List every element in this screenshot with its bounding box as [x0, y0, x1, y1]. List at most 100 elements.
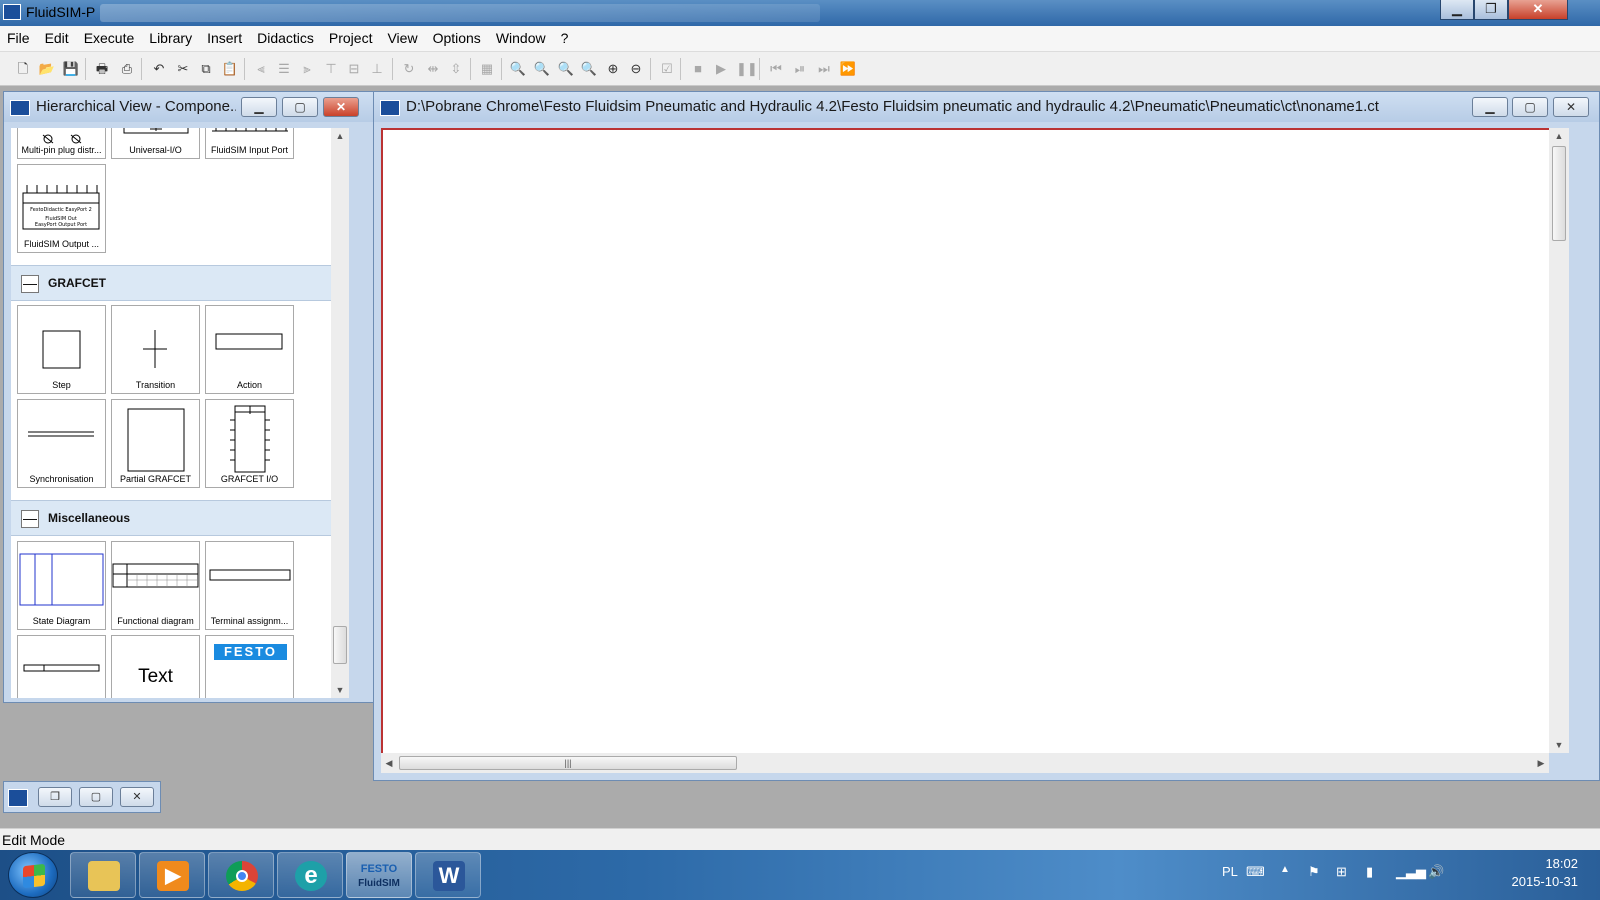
- align-right-icon[interactable]: ⫸: [298, 60, 316, 78]
- taskbar-edge-e[interactable]: e: [277, 852, 343, 898]
- library-maximize-button[interactable]: ▢: [282, 97, 318, 117]
- copy-icon[interactable]: ⧉: [197, 60, 215, 78]
- play-icon[interactable]: ▶: [712, 60, 730, 78]
- library-minimize-button[interactable]: ▁: [241, 97, 277, 117]
- taskbar-word[interactable]: W: [415, 852, 481, 898]
- fast-forward-icon[interactable]: ⏩: [839, 60, 857, 78]
- step-icon[interactable]: ⏯: [791, 60, 809, 78]
- menu-help[interactable]: ?: [554, 26, 577, 46]
- circuit-horizontal-scrollbar[interactable]: ◀ ||| ▶: [381, 753, 1549, 773]
- library-tile[interactable]: Multi-pin plug distr...: [17, 128, 106, 159]
- menu-edit[interactable]: Edit: [38, 26, 77, 46]
- circuit-close-button[interactable]: ✕: [1553, 97, 1589, 117]
- library-close-button[interactable]: ✕: [323, 97, 359, 117]
- library-window-title-bar[interactable]: Hierarchical View - Compone... ▁ ▢ ✕: [4, 92, 374, 122]
- step-forward-icon[interactable]: ⏭: [815, 60, 833, 78]
- close-button[interactable]: ✕: [1508, 0, 1568, 20]
- cut-icon[interactable]: ✂: [174, 60, 192, 78]
- library-tile[interactable]: GRAFCET I/O: [205, 399, 294, 488]
- close-button[interactable]: ✕: [120, 787, 154, 807]
- library-tile[interactable]: Step: [17, 305, 106, 394]
- menu-insert[interactable]: Insert: [200, 26, 250, 46]
- print-preview-icon[interactable]: 🖶: [93, 60, 111, 78]
- library-vertical-scrollbar[interactable]: ▲ ▼: [331, 128, 349, 698]
- zoom-previous-icon[interactable]: 🔍: [580, 60, 598, 78]
- windows-tray-icon[interactable]: ⊞: [1336, 864, 1347, 880]
- menu-window[interactable]: Window: [489, 26, 554, 46]
- zoom-selection-icon[interactable]: 🔍: [557, 60, 575, 78]
- library-tile[interactable]: Action: [205, 305, 294, 394]
- library-tile[interactable]: Universal-I/O: [111, 128, 200, 159]
- battery-icon[interactable]: ▮: [1366, 864, 1373, 880]
- align-bottom-icon[interactable]: ⊥: [368, 60, 386, 78]
- menu-library[interactable]: Library: [142, 26, 200, 46]
- library-tile[interactable]: Transition: [111, 305, 200, 394]
- check-drawing-icon[interactable]: ☑: [658, 60, 676, 78]
- rotate-icon[interactable]: ↻: [400, 60, 418, 78]
- start-button[interactable]: [8, 852, 58, 898]
- circuit-maximize-button[interactable]: ▢: [1512, 97, 1548, 117]
- library-tile[interactable]: Functional diagram: [111, 541, 200, 630]
- scroll-thumb[interactable]: |||: [399, 756, 737, 770]
- language-indicator[interactable]: PL: [1222, 864, 1238, 879]
- library-tile[interactable]: [17, 635, 106, 698]
- mirror-vertical-icon[interactable]: ⇳: [447, 60, 465, 78]
- keyboard-icon[interactable]: ⌨: [1246, 864, 1265, 880]
- scroll-up-arrow-icon[interactable]: ▲: [331, 128, 349, 144]
- zoom-in-icon[interactable]: ⊕: [604, 60, 622, 78]
- scroll-left-arrow-icon[interactable]: ◀: [381, 753, 397, 773]
- show-hidden-icons-icon[interactable]: ▲: [1280, 864, 1290, 875]
- circuit-vertical-scrollbar[interactable]: ▲ ▼: [1549, 128, 1569, 753]
- pause-icon[interactable]: ❚❚: [736, 60, 758, 78]
- scroll-thumb[interactable]: [1552, 146, 1566, 241]
- taskbar-file-explorer[interactable]: [70, 852, 136, 898]
- new-file-icon[interactable]: 🗋: [14, 60, 32, 78]
- library-tile[interactable]: Partial GRAFCET: [111, 399, 200, 488]
- library-tile[interactable]: Synchronisation: [17, 399, 106, 488]
- taskbar-chrome[interactable]: [208, 852, 274, 898]
- network-signal-icon[interactable]: ▁▃▅: [1396, 864, 1426, 880]
- zoom-fit-icon[interactable]: 🔍: [533, 60, 551, 78]
- restore-button[interactable]: ❐: [38, 787, 72, 807]
- stop-icon[interactable]: ■: [689, 60, 707, 78]
- scroll-up-arrow-icon[interactable]: ▲: [1549, 128, 1569, 144]
- collapse-toggle[interactable]: —: [21, 275, 39, 293]
- system-clock[interactable]: 18:02 2015-10-31: [1468, 855, 1579, 891]
- minimize-button[interactable]: ▁: [1440, 0, 1474, 20]
- section-header-grafcet[interactable]: — GRAFCET: [11, 265, 345, 301]
- menu-view[interactable]: View: [380, 26, 425, 46]
- menu-project[interactable]: Project: [322, 26, 381, 46]
- open-folder-icon[interactable]: 📂: [38, 60, 56, 78]
- library-tile[interactable]: State Diagram: [17, 541, 106, 630]
- align-center-icon[interactable]: ☰: [275, 60, 293, 78]
- print-icon[interactable]: ⎙: [118, 60, 136, 78]
- menu-execute[interactable]: Execute: [77, 26, 143, 46]
- menu-didactics[interactable]: Didactics: [250, 26, 322, 46]
- library-tile[interactable]: Terminal assignm...: [205, 541, 294, 630]
- align-middle-icon[interactable]: ⊟: [345, 60, 363, 78]
- menu-options[interactable]: Options: [426, 26, 489, 46]
- zoom-actual-size-icon[interactable]: 🔍: [509, 60, 527, 78]
- action-center-flag-icon[interactable]: ⚑: [1308, 864, 1320, 880]
- grid-icon[interactable]: ▦: [478, 60, 496, 78]
- circuit-window-title-bar[interactable]: D:\Pobrane Chrome\Festo Fluidsim Pneumat…: [374, 92, 1599, 122]
- collapse-toggle[interactable]: —: [21, 510, 39, 528]
- scroll-down-arrow-icon[interactable]: ▼: [331, 682, 349, 698]
- library-tile[interactable]: FESTO: [205, 635, 294, 698]
- scroll-right-arrow-icon[interactable]: ▶: [1533, 753, 1549, 773]
- scroll-down-arrow-icon[interactable]: ▼: [1549, 737, 1569, 753]
- save-icon[interactable]: 💾: [62, 60, 80, 78]
- circuit-canvas[interactable]: [381, 128, 1549, 753]
- mirror-horizontal-icon[interactable]: ⇹: [424, 60, 442, 78]
- undo-icon[interactable]: ↶: [150, 60, 168, 78]
- minimized-window[interactable]: ❐ ▢ ✕: [3, 781, 161, 813]
- align-top-icon[interactable]: ⊤: [322, 60, 340, 78]
- volume-icon[interactable]: 🔊: [1428, 864, 1444, 880]
- maximize-button[interactable]: ❐: [1474, 0, 1508, 20]
- taskbar-fluidsim[interactable]: FESTO FluidSIM: [346, 852, 412, 898]
- maximize-button[interactable]: ▢: [79, 787, 113, 807]
- library-tile[interactable]: FluidSIM Input Port: [205, 128, 294, 159]
- taskbar-media-player[interactable]: ▶: [139, 852, 205, 898]
- reset-icon[interactable]: ⏮: [767, 60, 785, 78]
- library-tile[interactable]: Text: [111, 635, 200, 698]
